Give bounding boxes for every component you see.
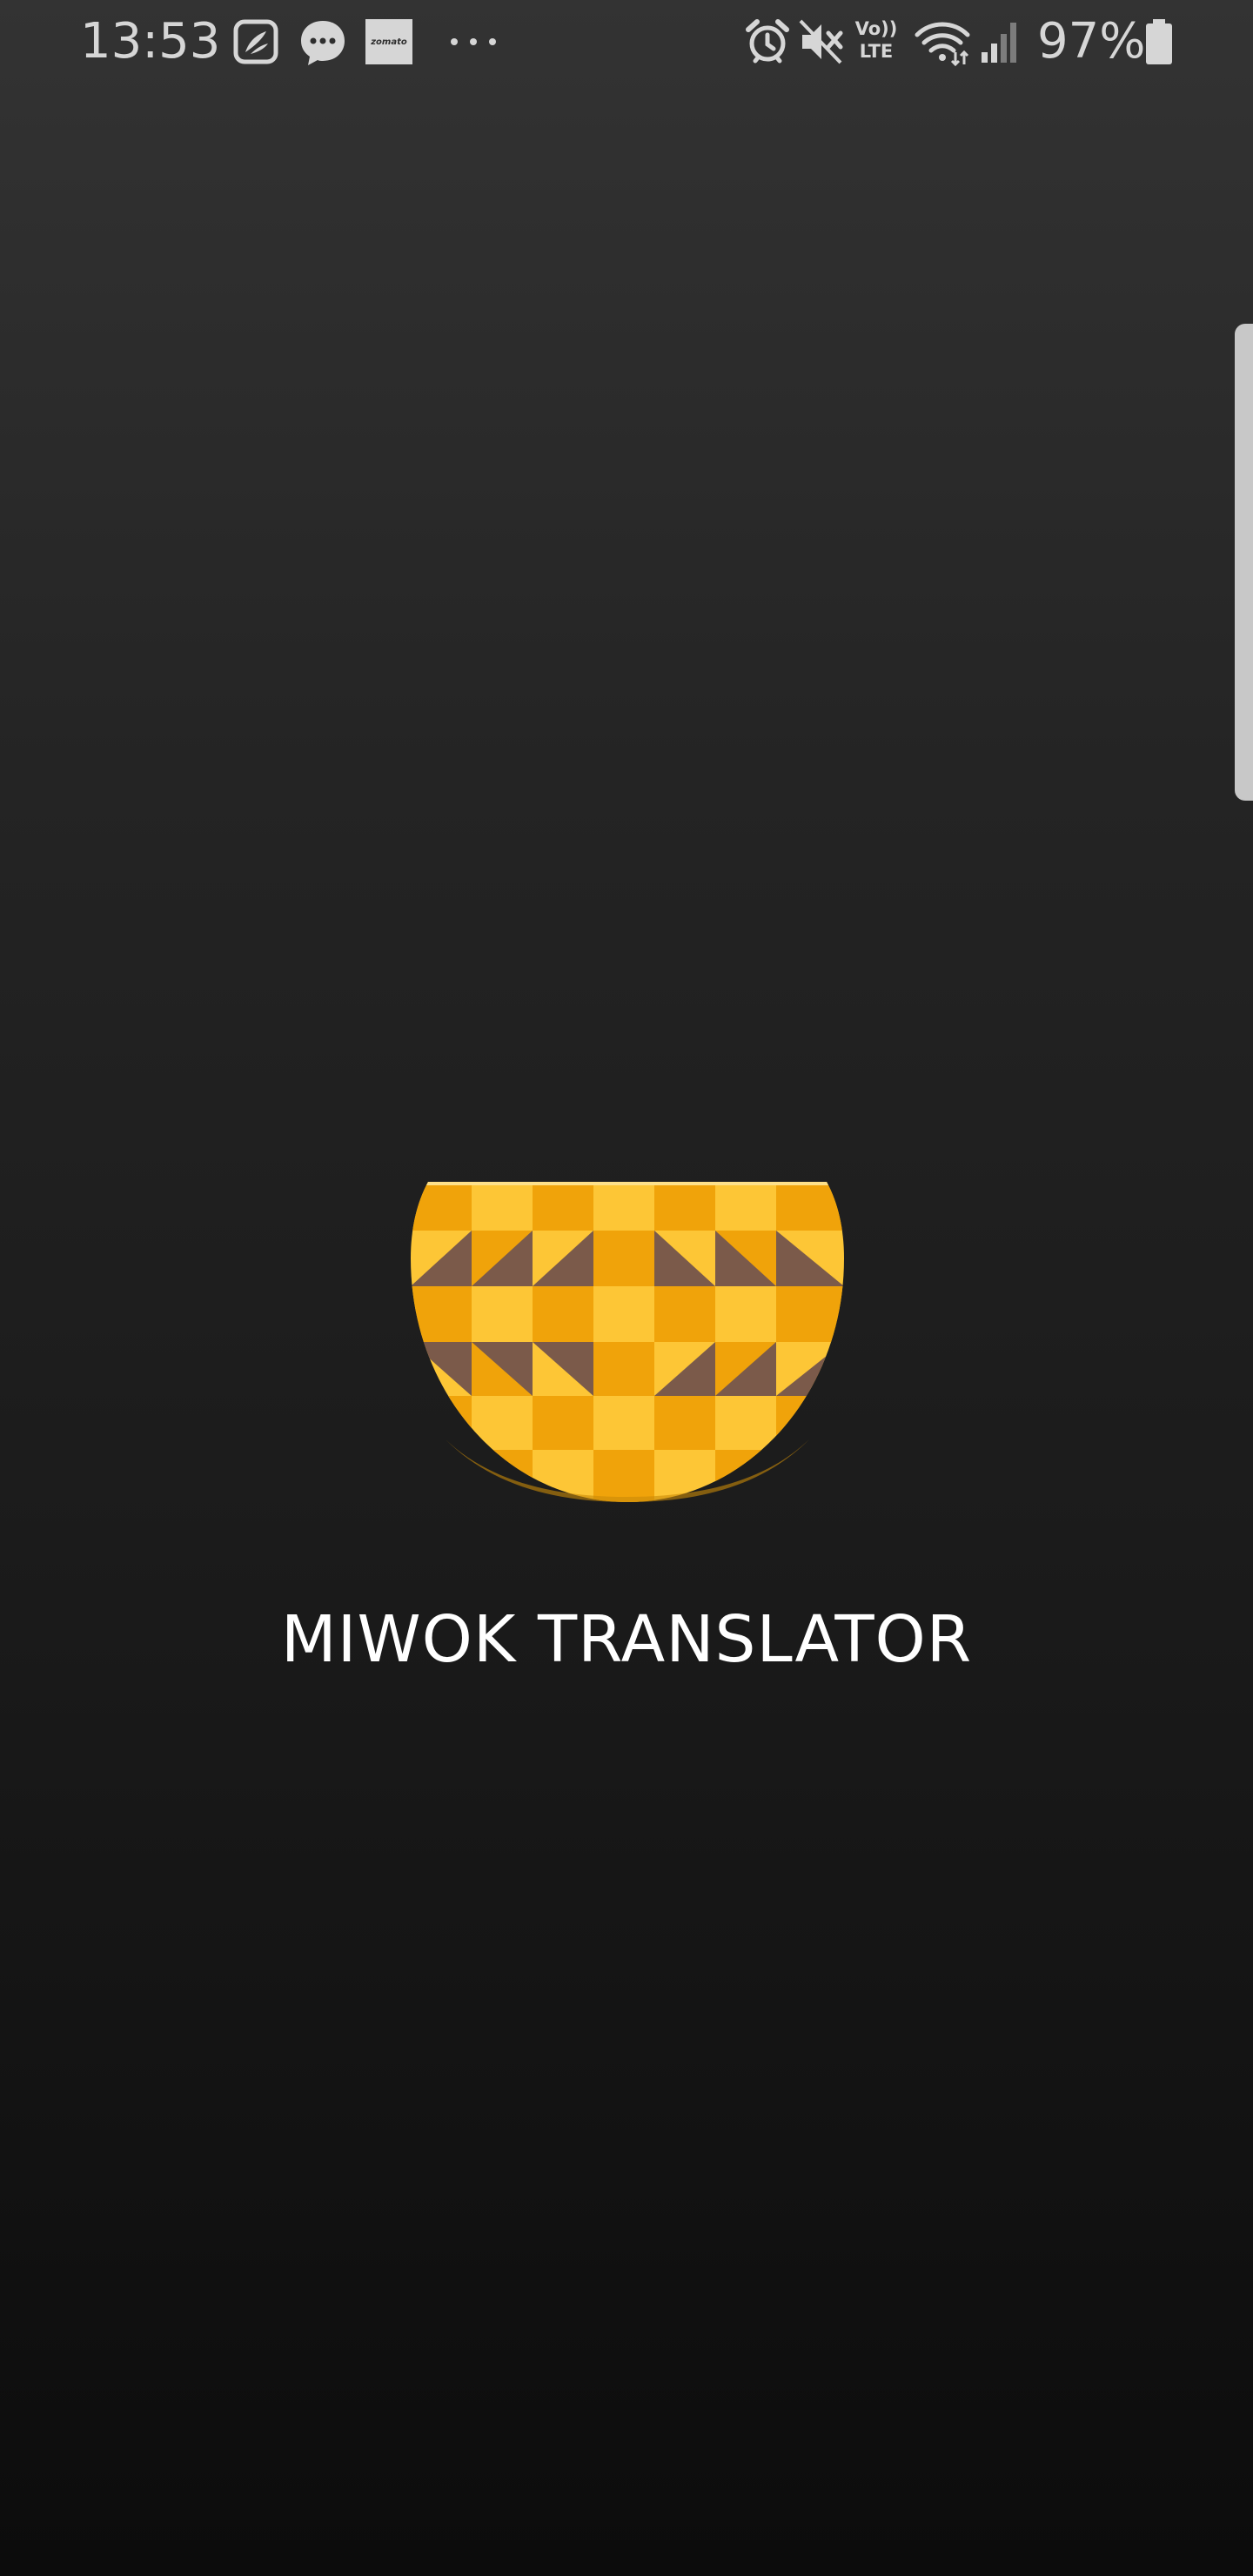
volte-line1: Vo))	[854, 18, 898, 39]
signal-icon	[982, 23, 1016, 63]
zomato-label: zomato	[371, 37, 407, 47]
battery-percent: 97%	[1037, 13, 1146, 70]
zomato-icon: zomato	[365, 19, 412, 64]
volte-line2: LTE	[859, 41, 894, 62]
alarm-icon	[746, 19, 789, 64]
battery-icon	[1146, 19, 1172, 64]
edge-panel-handle[interactable]	[1235, 324, 1253, 801]
messages-icon	[301, 21, 345, 65]
more-notifications-icon	[451, 38, 496, 45]
app-title: MIWOK TRANSLATOR	[280, 1602, 973, 1677]
wifi-icon	[915, 22, 970, 66]
volte-icon: Vo)) LTE	[853, 17, 900, 66]
status-bar: 13:53 zomato Vo)) LTE 97%	[0, 0, 1253, 84]
miwok-basket-logo	[411, 1182, 844, 1502]
status-time: 13:53	[80, 13, 221, 70]
mute-icon	[799, 19, 843, 64]
jiosaavn-icon	[233, 19, 278, 64]
